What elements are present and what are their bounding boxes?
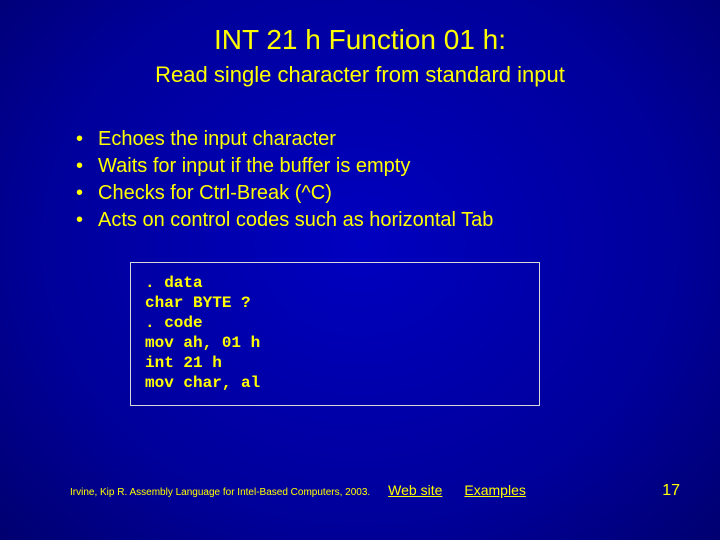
citation-text: Irvine, Kip R. Assembly Language for Int… — [70, 487, 370, 498]
bullet-item: Checks for Ctrl-Break (^C) — [76, 180, 720, 207]
slide-subtitle: Read single character from standard inpu… — [0, 62, 720, 88]
website-link[interactable]: Web site — [388, 482, 442, 498]
page-number: 17 — [662, 482, 680, 500]
slide-title: INT 21 h Function 01 h: — [0, 0, 720, 56]
footer: Irvine, Kip R. Assembly Language for Int… — [70, 482, 680, 500]
slide: INT 21 h Function 01 h: Read single char… — [0, 0, 720, 540]
bullet-item: Acts on control codes such as horizontal… — [76, 207, 720, 234]
bullet-item: Echoes the input character — [76, 126, 720, 153]
examples-link[interactable]: Examples — [464, 482, 525, 498]
code-box: . data char BYTE ? . code mov ah, 01 h i… — [130, 262, 540, 406]
bullet-item: Waits for input if the buffer is empty — [76, 153, 720, 180]
code-block: . data char BYTE ? . code mov ah, 01 h i… — [145, 273, 525, 393]
bullet-list: Echoes the input character Waits for inp… — [76, 126, 720, 234]
